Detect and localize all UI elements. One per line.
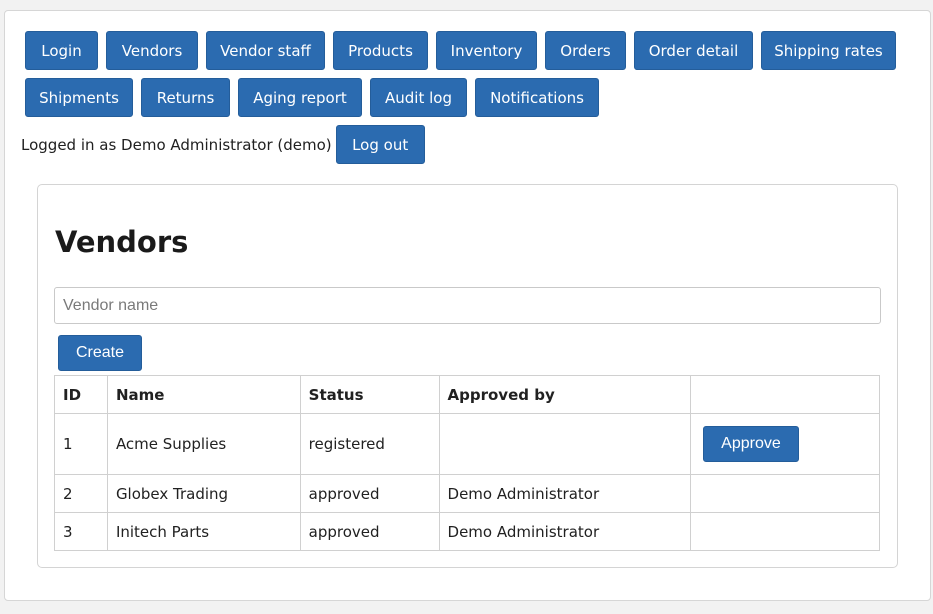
cell-status: registered	[299, 413, 440, 475]
header-status: Status	[299, 375, 440, 414]
nav-returns-button[interactable]: Returns	[141, 78, 230, 117]
nav-audit-log-button[interactable]: Audit log	[370, 78, 467, 117]
nav-vendors-button[interactable]: Vendors	[106, 31, 198, 70]
nav-order-detail-button[interactable]: Order detail	[634, 31, 753, 70]
nav-vendor-staff-button[interactable]: Vendor staff	[206, 31, 325, 70]
cell-id: 3	[54, 512, 108, 551]
header-name: Name	[106, 375, 301, 414]
cell-id: 2	[54, 474, 108, 513]
table-row: 2 Globex Trading approved Demo Administr…	[54, 474, 880, 513]
cell-name: Globex Trading	[106, 474, 301, 513]
create-button[interactable]: Create	[58, 335, 143, 371]
cell-approved-by: Demo Administrator	[438, 512, 692, 551]
table-row: 3 Initech Parts approved Demo Administra…	[54, 512, 880, 551]
vendors-table: ID Name Status Approved by 1 Acme Suppli…	[54, 375, 880, 551]
cell-actions: Approve	[690, 413, 880, 475]
cell-name: Acme Supplies	[106, 413, 301, 475]
approve-button[interactable]: Approve	[703, 426, 799, 462]
cell-id: 1	[54, 413, 108, 475]
cell-name: Initech Parts	[106, 512, 301, 551]
nav-aging-report-button[interactable]: Aging report	[238, 78, 362, 117]
page-title: Vendors	[55, 225, 189, 259]
cell-approved-by	[438, 413, 692, 475]
logged-in-text: Logged in as Demo Administrator (demo)	[21, 135, 332, 154]
cell-approved-by: Demo Administrator	[438, 474, 692, 513]
vendor-name-input[interactable]	[54, 287, 881, 324]
nav-inventory-button[interactable]: Inventory	[436, 31, 537, 70]
nav-orders-button[interactable]: Orders	[545, 31, 626, 70]
nav-login-button[interactable]: Login	[25, 31, 98, 70]
cell-status: approved	[299, 474, 440, 513]
nav-shipping-rates-button[interactable]: Shipping rates	[761, 31, 896, 70]
vendors-card: Vendors Create ID Name Status Approved b…	[37, 184, 898, 568]
logout-button[interactable]: Log out	[335, 125, 425, 164]
cell-actions	[690, 512, 880, 551]
session-bar: Logged in as Demo Administrator (demo) L…	[21, 125, 425, 164]
nav-row-primary: Login Vendors Vendor staff Products Inve…	[25, 31, 896, 70]
app-container: Login Vendors Vendor staff Products Inve…	[4, 10, 931, 601]
table-row: 1 Acme Supplies registered Approve	[54, 413, 880, 475]
cell-status: approved	[299, 512, 440, 551]
nav-notifications-button[interactable]: Notifications	[475, 78, 599, 117]
nav-products-button[interactable]: Products	[333, 31, 428, 70]
header-approved-by: Approved by	[438, 375, 692, 414]
table-header-row: ID Name Status Approved by	[54, 375, 880, 414]
header-id: ID	[54, 375, 108, 414]
cell-actions	[690, 474, 880, 513]
nav-shipments-button[interactable]: Shipments	[25, 78, 133, 117]
nav-row-secondary: Shipments Returns Aging report Audit log…	[25, 78, 599, 117]
header-actions	[690, 375, 880, 414]
